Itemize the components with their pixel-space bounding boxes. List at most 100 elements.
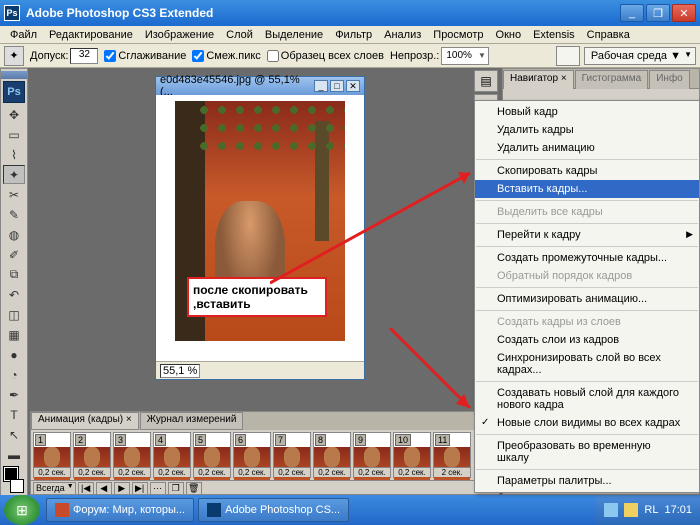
menu-item[interactable]: Фильтр (329, 28, 378, 42)
menu-delete-animation[interactable]: Удалить анимацию (475, 139, 699, 157)
tray-icon[interactable] (624, 503, 638, 517)
contiguous-checkbox[interactable] (192, 50, 204, 62)
panel-icon[interactable]: ▤ (474, 70, 498, 92)
blur-tool[interactable]: ● (3, 345, 25, 364)
menu-new-layer-per-frame[interactable]: Создавать новый слой для каждого нового … (475, 384, 699, 414)
clock[interactable]: 17:01 (664, 504, 692, 516)
eyedropper-tool[interactable]: ✎ (3, 205, 25, 224)
marquee-tool[interactable]: ▭ (3, 125, 25, 144)
goto-bridge-icon[interactable] (556, 46, 580, 66)
animation-frame[interactable]: 60,2 сек. (233, 432, 271, 478)
alllayers-checkbox[interactable] (267, 50, 279, 62)
shape-tool[interactable]: ▬ (3, 445, 25, 464)
antialias-checkbox[interactable] (104, 50, 116, 62)
menu-item[interactable]: Редактирование (43, 28, 139, 42)
tab-info[interactable]: Инфо (649, 70, 690, 89)
animation-frame[interactable]: 20,2 сек. (73, 432, 111, 478)
menu-palette-options[interactable]: Параметры палитры... (475, 472, 699, 490)
eraser-tool[interactable]: ◫ (3, 305, 25, 324)
delete-frame-button[interactable]: 🗑 (186, 482, 202, 496)
menu-sync-layer[interactable]: Синхронизировать слой во всех кадрах... (475, 349, 699, 379)
tween-button[interactable]: ⋯ (150, 482, 166, 496)
menu-item[interactable]: Справка (581, 28, 636, 42)
tolerance-input[interactable]: 32 (70, 48, 98, 64)
doc-close-button[interactable]: ✕ (346, 80, 360, 92)
brush-tool[interactable]: ✐ (3, 245, 25, 264)
color-swatches[interactable] (3, 466, 25, 494)
new-frame-button[interactable]: ❐ (168, 482, 184, 496)
move-tool[interactable]: ✥ (3, 105, 25, 124)
menu-tween[interactable]: Создать промежуточные кадры... (475, 249, 699, 267)
doc-max-button[interactable]: □ (330, 80, 344, 92)
stamp-tool[interactable]: ⧉ (3, 265, 25, 284)
crop-tool[interactable]: ✂ (3, 185, 25, 204)
dodge-tool[interactable]: ◔ (3, 365, 25, 384)
menu-item[interactable]: Extensis (527, 28, 581, 42)
gradient-tool[interactable]: ▦ (3, 325, 25, 344)
path-tool[interactable]: ↖ (3, 425, 25, 444)
menu-item[interactable]: Файл (4, 28, 43, 42)
loop-dropdown[interactable]: Всегда (33, 482, 76, 496)
pen-tool[interactable]: ✒ (3, 385, 25, 404)
animation-frame[interactable]: 40,2 сек. (153, 432, 191, 478)
document-titlebar[interactable]: e0d483e45546.jpg @ 55,1% (... _□✕ (156, 77, 364, 95)
animation-frame[interactable]: 30,2 сек. (113, 432, 151, 478)
doc-min-button[interactable]: _ (314, 80, 328, 92)
close-button[interactable]: ✕ (672, 4, 696, 22)
menu-item[interactable]: Изображение (139, 28, 220, 42)
menu-copy-frames[interactable]: Скопировать кадры (475, 162, 699, 180)
menu-delete-frames[interactable]: Удалить кадры (475, 121, 699, 139)
type-tool[interactable]: T (3, 405, 25, 424)
menu-layers-visible[interactable]: Новые слои видимы во всех кадрах (475, 414, 699, 432)
animation-frame[interactable]: 80,2 сек. (313, 432, 351, 478)
menu-new-frame[interactable]: Новый кадр (475, 103, 699, 121)
menu-reverse[interactable]: Обратный порядок кадров (475, 267, 699, 285)
tool-preset-icon[interactable]: ✦ (4, 46, 24, 66)
menu-item[interactable]: Выделение (259, 28, 329, 42)
toolbox-grip[interactable] (1, 71, 27, 79)
animation-frame[interactable]: 10,2 сек. (33, 432, 71, 478)
minimize-button[interactable]: _ (620, 4, 644, 22)
animation-frame[interactable]: 50,2 сек. (193, 432, 231, 478)
play-button[interactable]: ▶ (114, 482, 130, 496)
animation-frame[interactable]: 90,2 сек. (353, 432, 391, 478)
tab-animation[interactable]: Анимация (кадры) × (31, 412, 139, 430)
magic-wand-tool[interactable]: ✦ (3, 165, 25, 184)
menu-item[interactable]: Анализ (378, 28, 427, 42)
tab-measurement[interactable]: Журнал измерений (140, 412, 244, 430)
taskbar-item[interactable]: Adobe Photoshop CS... (198, 498, 349, 522)
healing-tool[interactable]: ◍ (3, 225, 25, 244)
prev-frame-button[interactable]: ◀ (96, 482, 112, 496)
menu-convert-timeline[interactable]: Преобразовать во временную шкалу (475, 437, 699, 467)
menu-goto-frame[interactable]: Перейти к кадру (475, 226, 699, 244)
background-color[interactable] (10, 479, 24, 493)
menu-paste-frames[interactable]: Вставить кадры... (475, 180, 699, 198)
maximize-button[interactable]: ❐ (646, 4, 670, 22)
animation-frame[interactable]: 100,2 сек. (393, 432, 431, 478)
menu-frames-from-layers[interactable]: Создать кадры из слоев (475, 313, 699, 331)
menu-item[interactable]: Окно (490, 28, 528, 42)
zoom-field[interactable]: 55,1 % (160, 364, 200, 378)
taskbar-item[interactable]: Форум: Мир, которы... (46, 498, 194, 522)
menu-item[interactable]: Слой (220, 28, 259, 42)
tab-navigator[interactable]: Навигатор × (503, 70, 574, 89)
menu-optimize[interactable]: Оптимизировать анимацию... (475, 290, 699, 308)
start-button[interactable]: ⊞ (4, 495, 40, 525)
next-frame-button[interactable]: ▶| (132, 482, 148, 496)
system-tray[interactable]: RL 17:01 (596, 495, 700, 525)
animation-frame[interactable]: 112 сек. (433, 432, 471, 478)
canvas[interactable]: после скопировать ,вставить (156, 95, 364, 361)
menu-select-all[interactable]: Выделить все кадры (475, 203, 699, 221)
history-brush-tool[interactable]: ↶ (3, 285, 25, 304)
menu-layers-from-frames[interactable]: Создать слои из кадров (475, 331, 699, 349)
menu-item[interactable]: Просмотр (427, 28, 489, 42)
tray-icon[interactable] (604, 503, 618, 517)
language-indicator[interactable]: RL (644, 504, 658, 516)
first-frame-button[interactable]: |◀ (78, 482, 94, 496)
tab-histogram[interactable]: Гистограмма (575, 70, 649, 89)
frames-strip: 10,2 сек.20,2 сек.30,2 сек.40,2 сек.50,2… (31, 430, 499, 480)
opacity-dropdown[interactable]: 100% (441, 47, 489, 65)
lasso-tool[interactable]: ⌇ (3, 145, 25, 164)
workspace-dropdown[interactable]: Рабочая среда ▼ (584, 47, 696, 65)
animation-frame[interactable]: 70,2 сек. (273, 432, 311, 478)
